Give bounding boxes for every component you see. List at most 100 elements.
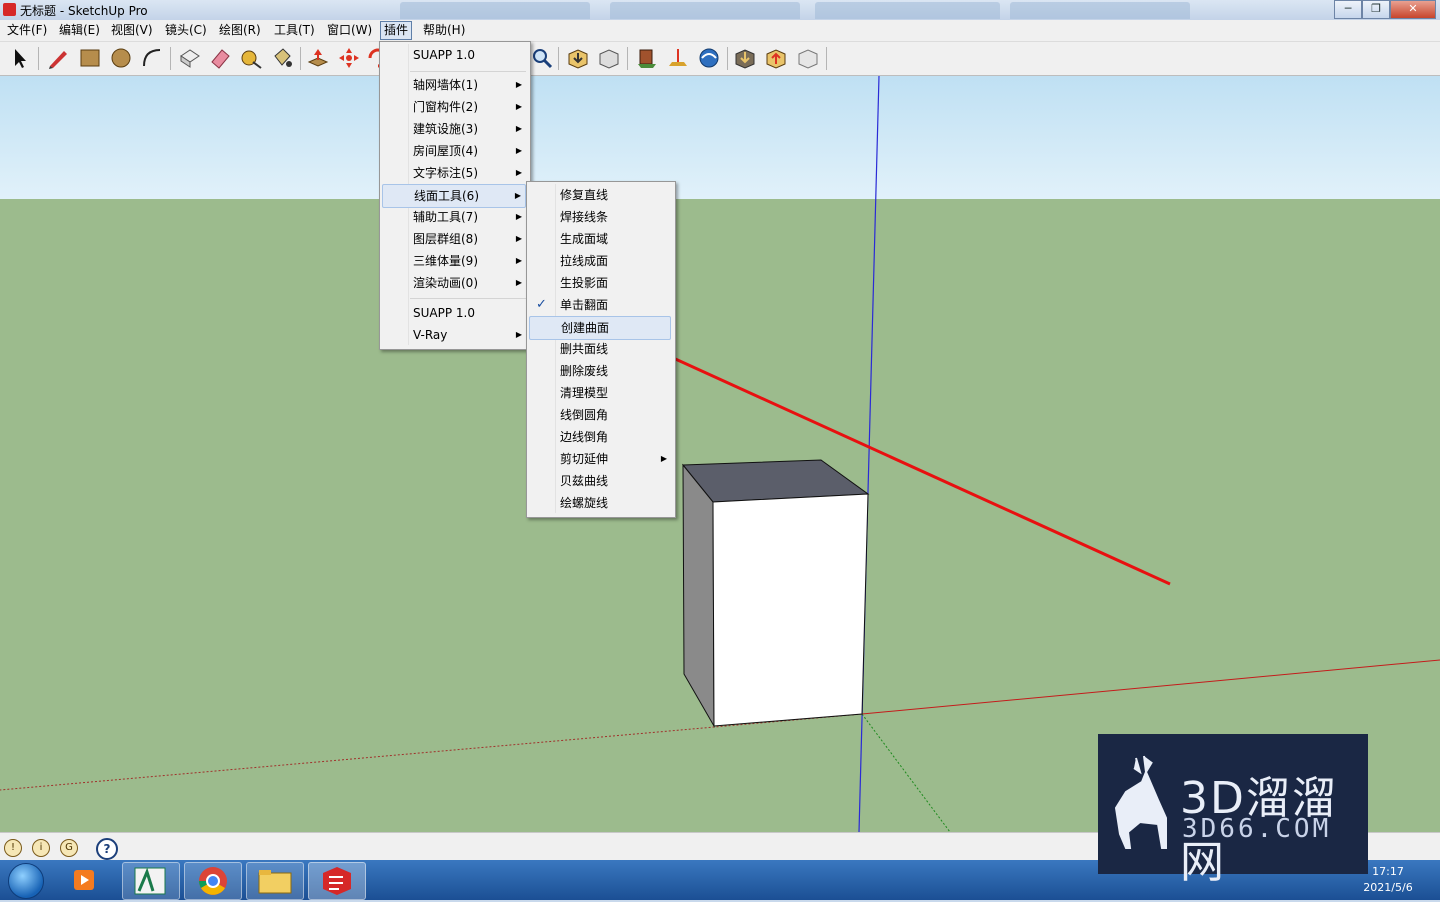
watermark-domain: 3D66.COM [1182,814,1332,844]
add-location-icon[interactable] [635,46,659,70]
submenu-arrow-icon: ▶ [515,234,522,243]
title-bar: 无标题 - SketchUp Pro ─ ❐ ✕ [0,0,1440,20]
toolbar-separator [38,47,39,70]
submenu-item-delete-coplanar-lines[interactable]: 删共面线 [529,338,671,360]
toolbar-separator [558,47,559,70]
start-button[interactable] [8,863,44,899]
toolbar-separator [627,47,628,70]
menu-item-label: 生成面域 [560,232,609,246]
upload-extension-icon[interactable] [764,46,788,70]
menu-item-auxiliary-tools[interactable]: 辅助工具(7) ▶ [382,206,526,228]
submenu-item-weld-lines[interactable]: 焊接线条 [529,206,671,228]
submenu-arrow-icon: ▶ [515,102,522,111]
menu-header-label: SUAPP 1.0 [413,48,475,62]
submenu-item-project-faces[interactable]: 生投影面 [529,272,671,294]
menu-item-label: 单击翻面 [560,298,609,312]
preview-in-google-earth-icon[interactable] [697,46,721,70]
extension-warehouse-icon[interactable] [733,46,757,70]
submenu-item-extrude-lines[interactable]: 拉线成面 [529,250,671,272]
menu-item-label: 焊接线条 [560,210,609,224]
menu-edit[interactable]: 编辑(E) [56,22,103,39]
submenu-arrow-icon: ▶ [515,212,522,221]
submenu-item-create-surface[interactable]: 创建曲面 [529,316,671,340]
menu-item-label: 轴网墙体(1) [413,78,478,92]
menu-item-line-surface-tools[interactable]: 线面工具(6) ▶ [382,184,526,208]
taskbar-autocad[interactable] [122,862,180,900]
menu-item-doors-windows[interactable]: 门窗构件(2) ▶ [382,96,526,118]
submenu-arrow-icon: ▶ [514,191,521,200]
menu-view[interactable]: 视图(V) [108,22,156,39]
menu-plugins[interactable]: 插件 [380,21,413,40]
modeling-viewport[interactable] [0,76,1440,832]
menu-item-rooms-roofs[interactable]: 房间屋顶(4) ▶ [382,140,526,162]
window-title: 无标题 - SketchUp Pro [20,4,148,18]
pencil-icon[interactable] [46,46,70,70]
menu-draw[interactable]: 绘图(R) [216,22,264,39]
menu-item-label: 贝兹曲线 [560,474,609,488]
menu-item-label: 删除废线 [560,364,609,378]
submenu-item-delete-stray-lines[interactable]: 删除废线 [529,360,671,382]
push-pull-icon[interactable] [306,46,330,70]
menu-window[interactable]: 窗口(W) [324,22,375,39]
folder-icon [258,870,292,894]
submenu-item-chamfer-edges[interactable]: 边线倒角 [529,426,671,448]
move-icon[interactable] [337,46,361,70]
submenu-item-trim-extend[interactable]: 剪切延伸 ▶ [529,448,671,470]
toolbar-separator [826,47,827,70]
credits-icon[interactable]: i [32,839,50,857]
extension-manager-icon[interactable] [796,46,820,70]
get-models-icon[interactable] [566,46,590,70]
circle-icon[interactable] [109,46,133,70]
paint-bucket-icon[interactable] [270,46,294,70]
media-player-icon [74,870,94,890]
select-arrow-icon[interactable] [8,46,32,70]
menu-item-label: 创建曲面 [561,321,610,335]
submenu-item-draw-helix[interactable]: 绘螺旋线 [529,492,671,514]
submenu-item-click-flip-face[interactable]: ✓ 单击翻面 [529,294,671,316]
close-button[interactable]: ✕ [1390,0,1436,19]
submenu-item-clean-model[interactable]: 清理模型 [529,382,671,404]
submenu-arrow-icon: ▶ [515,168,522,177]
arc-icon[interactable] [140,46,164,70]
maximize-button[interactable]: ❐ [1362,0,1390,19]
make-component-icon[interactable] [178,46,202,70]
tape-measure-icon[interactable] [239,46,263,70]
submenu-item-generate-regions[interactable]: 生成面域 [529,228,671,250]
menu-item-suapp[interactable]: SUAPP 1.0 [382,302,526,324]
rectangle-icon[interactable] [78,46,102,70]
toggle-terrain-icon[interactable] [666,46,690,70]
menu-item-axis-walls[interactable]: 轴网墙体(1) ▶ [382,74,526,96]
eraser-icon[interactable] [208,46,232,70]
submenu-arrow-icon: ▶ [515,146,522,155]
menu-bar: 文件(F) 编辑(E) 视图(V) 镜头(C) 绘图(R) 工具(T) 窗口(W… [0,20,1440,42]
menu-header-suapp[interactable]: SUAPP 1.0 [382,44,526,66]
taskbar-media-player[interactable] [60,862,116,898]
sign-in-icon[interactable]: G [60,839,78,857]
menu-item-label: 渲染动画(0) [413,276,478,290]
submenu-item-repair-lines[interactable]: 修复直线 [529,184,671,206]
minimize-button[interactable]: ─ [1334,0,1362,19]
menu-tools[interactable]: 工具(T) [271,22,318,39]
geo-location-icon[interactable]: ! [4,839,22,857]
menu-item-label: 线倒圆角 [560,408,609,422]
share-model-icon[interactable] [597,46,621,70]
menu-item-layers-groups[interactable]: 图层群组(8) ▶ [382,228,526,250]
menu-file[interactable]: 文件(F) [4,22,50,39]
taskbar-file-explorer[interactable] [246,862,304,900]
submenu-item-bezier-curve[interactable]: 贝兹曲线 [529,470,671,492]
menu-item-3d-massing[interactable]: 三维体量(9) ▶ [382,250,526,272]
background-window-tab [610,2,800,19]
menu-item-text-annotation[interactable]: 文字标注(5) ▶ [382,162,526,184]
menu-help[interactable]: 帮助(H) [420,22,468,39]
menu-camera[interactable]: 镜头(C) [162,22,210,39]
submenu-item-fillet-lines[interactable]: 线倒圆角 [529,404,671,426]
taskbar-chrome[interactable] [184,862,242,900]
taskbar-sketchup[interactable] [308,862,366,900]
menu-item-label: 清理模型 [560,386,609,400]
help-icon[interactable]: ? [96,838,118,860]
menu-item-vray[interactable]: V-Ray ▶ [382,324,526,346]
menu-item-building-facilities[interactable]: 建筑设施(3) ▶ [382,118,526,140]
zoom-extents-icon[interactable] [530,46,554,70]
menu-separator [410,71,526,72]
menu-item-render-animation[interactable]: 渲染动画(0) ▶ [382,272,526,294]
